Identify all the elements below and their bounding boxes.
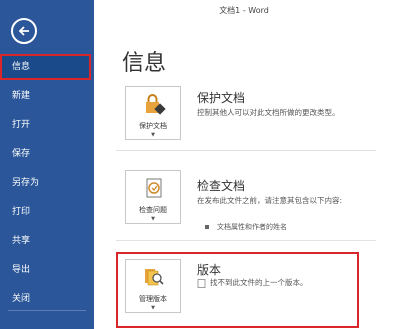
- window-title: 文档1 - Word: [219, 6, 269, 15]
- inspect-document-icon: [146, 178, 162, 198]
- back-button[interactable]: [11, 18, 37, 44]
- backstage-sidebar: 信息 新建 打开 保存 另存为 打印 共享 导出 关闭: [0, 0, 94, 329]
- sidebar-item-export[interactable]: 导出: [0, 259, 94, 281]
- chevron-down-icon: ▼: [151, 305, 155, 311]
- lock-document-icon: [146, 94, 166, 115]
- chevron-down-icon: ▼: [151, 132, 155, 138]
- check-for-issues-label: 检查问题: [139, 206, 167, 214]
- back-arrow-icon: [18, 26, 29, 36]
- versions-description: 找不到此文件的上一个版本。: [210, 278, 308, 287]
- sidebar-item-new[interactable]: 新建: [0, 85, 94, 107]
- sidebar-item-close[interactable]: 关闭: [0, 288, 94, 310]
- chevron-down-icon: ▼: [151, 216, 155, 222]
- versions-line: 找不到此文件的上一个版本。: [197, 277, 308, 288]
- sidebar-divider: [8, 310, 86, 311]
- inspect-bullet-item: 文档属性和作者的姓名: [205, 222, 287, 232]
- versions-title: 版本: [197, 263, 222, 277]
- protect-document-label: 保护文档: [139, 122, 167, 130]
- manage-versions-icon: [145, 269, 164, 286]
- page-title: 信息: [122, 51, 167, 76]
- inspect-bullet-text: 文档属性和作者的姓名: [217, 223, 287, 231]
- protect-document-button[interactable]: 保护文档 ▼: [125, 86, 181, 140]
- section-divider: [116, 240, 376, 241]
- sidebar-item-print[interactable]: 打印: [0, 201, 94, 223]
- inspect-document-title: 检查文档: [197, 179, 246, 193]
- inspect-document-description: 在发布此文件之前，请注意其包含以下内容:: [197, 196, 343, 205]
- protect-document-title: 保护文档: [197, 91, 246, 105]
- bullet-icon: [205, 225, 209, 229]
- document-icon: [197, 278, 206, 288]
- manage-versions-label: 管理版本: [139, 295, 167, 303]
- section-divider: [116, 150, 376, 151]
- sidebar-item-save-as[interactable]: 另存为: [0, 172, 94, 194]
- sidebar-item-open[interactable]: 打开: [0, 114, 94, 136]
- manage-versions-button[interactable]: 管理版本 ▼: [125, 259, 181, 313]
- sidebar-item-info[interactable]: 信息: [0, 54, 91, 80]
- protect-document-description: 控制其他人可以对此文档所做的更改类型。: [197, 108, 340, 117]
- sidebar-item-share[interactable]: 共享: [0, 230, 94, 252]
- sidebar-item-save[interactable]: 保存: [0, 143, 94, 165]
- check-for-issues-button[interactable]: 检查问题 ▼: [125, 170, 181, 224]
